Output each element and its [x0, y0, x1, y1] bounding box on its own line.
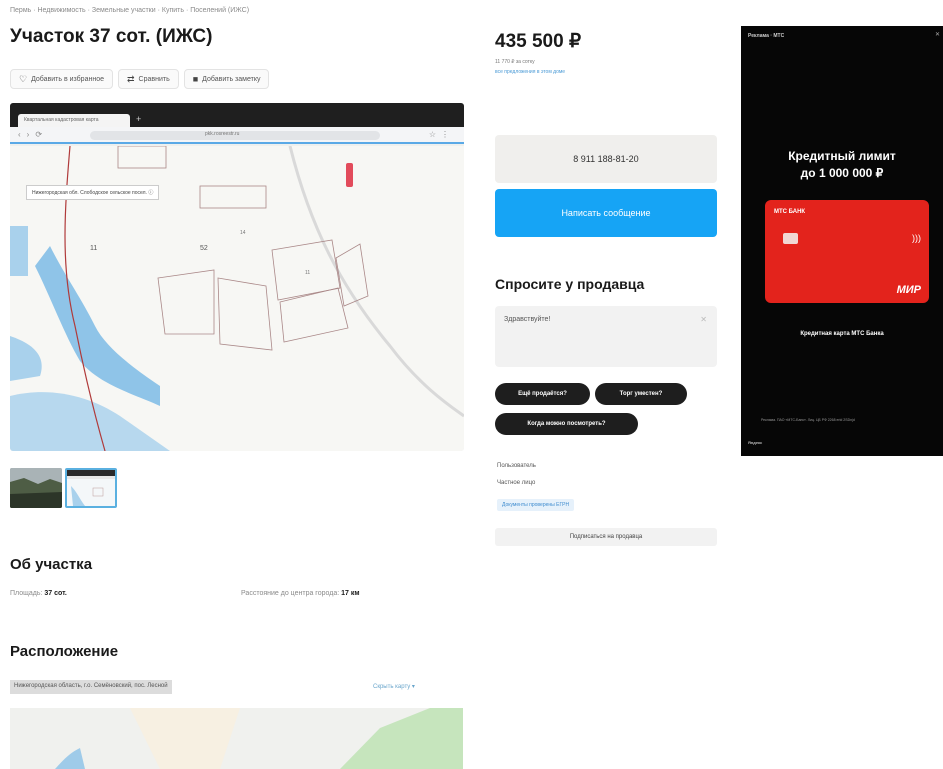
- about-heading: Об участка: [10, 556, 93, 573]
- plus-icon: +: [136, 114, 142, 124]
- contactless-icon: ))): [912, 233, 921, 243]
- area-property: Площадь: 37 сот.: [10, 590, 67, 597]
- ad-headline-line2: до 1 000 000 ₽: [800, 166, 884, 180]
- price-value: 435 500 ₽: [495, 31, 582, 52]
- price-history-link[interactable]: все предложения в этом доме: [495, 69, 565, 75]
- advertisement-banner[interactable]: Реклама · МТС ✕ Кредитный лимит до 1 000…: [741, 26, 943, 456]
- card-payment-system: МИР: [896, 284, 921, 296]
- ad-headline-line1: Кредитный лимит: [788, 149, 896, 163]
- seller-type: Пользователь: [497, 463, 536, 469]
- price-per-unit: 11 770 ₽ за сотку: [495, 59, 535, 65]
- page-title: Участок 37 сот. (ИЖС): [10, 26, 213, 47]
- subscribe-seller-button[interactable]: Подписаться на продавца: [495, 528, 717, 546]
- compare-label: Сравнить: [138, 75, 170, 83]
- parcel-label: 14: [240, 230, 246, 236]
- screenshot-red-marker: [346, 163, 353, 187]
- screenshot-url: pkk.rosreestr.ru: [205, 131, 240, 137]
- ask-seller-textarea[interactable]: Здравствуйте! ✕: [495, 306, 717, 367]
- add-note-button[interactable]: ■ Добавить заметку: [183, 69, 270, 89]
- close-icon[interactable]: ✕: [935, 31, 940, 38]
- seller-name[interactable]: Частное лицо: [497, 480, 535, 486]
- thumbnail-photo[interactable]: [10, 468, 62, 508]
- distance-value: 17 км: [341, 590, 360, 597]
- distance-label: Расстояние до центра города:: [241, 590, 340, 597]
- browser-tool-icons: ☆⋮: [428, 130, 454, 139]
- screenshot-browser-urlbar: ‹›⟳ pkk.rosreestr.ru ☆⋮: [10, 127, 464, 144]
- address-text: Нижегородская область, г.о. Семёновский,…: [10, 680, 172, 694]
- screenshot-tooltip: Нижегородская обл. Слободское сельское п…: [26, 185, 160, 200]
- card-chip-icon: [783, 233, 798, 244]
- ad-label: Реклама · МТС: [748, 33, 785, 39]
- ad-headline: Кредитный лимит до 1 000 000 ₽: [741, 148, 943, 182]
- parcel-label: 11: [90, 245, 97, 252]
- thumbnail-map[interactable]: [65, 468, 117, 508]
- quick-question-chip[interactable]: Когда можно посмотреть?: [495, 413, 638, 435]
- card-bank-logo: МТС БАНК: [774, 209, 806, 215]
- clear-icon[interactable]: ✕: [700, 315, 707, 324]
- credit-card-image: МТС БАНК ))) МИР: [765, 200, 929, 303]
- screenshot-browser-tab: Квартальная кадастровая карта: [18, 114, 130, 127]
- browser-nav-icons: ‹›⟳: [18, 130, 49, 139]
- location-map-image: [10, 708, 463, 769]
- landscape-photo: [10, 468, 62, 508]
- location-heading: Расположение: [10, 643, 119, 660]
- location-map[interactable]: [10, 708, 463, 769]
- ask-seller-heading: Спросите у продавца: [495, 276, 645, 292]
- verified-badge: Документы проверены ЕГРН: [497, 499, 575, 511]
- parcel-label: 52: [200, 245, 208, 252]
- parcel-label: 11: [305, 270, 310, 276]
- note-icon: ■: [192, 74, 199, 84]
- breadcrumb[interactable]: Пермь · Недвижимость · Земельные участки…: [10, 7, 249, 14]
- listing-actions: ♡ Добавить в избранное ⇄ Сравнить ■ Доба…: [10, 69, 270, 89]
- photo-gallery-main[interactable]: Квартальная кадастровая карта + ‹›⟳ pkk.…: [10, 103, 464, 451]
- add-note-label: Добавить заметку: [202, 75, 261, 83]
- area-value: 37 сот.: [44, 590, 67, 597]
- ask-seller-text: Здравствуйте!: [504, 316, 551, 323]
- ad-caption: Кредитная карта МТС Банка: [800, 331, 884, 337]
- show-phone-button[interactable]: 8 911 188-81-20: [495, 135, 717, 183]
- distance-property: Расстояние до центра города: 17 км: [241, 590, 360, 597]
- map-thumbnail-image: [67, 470, 115, 506]
- write-message-button[interactable]: Написать сообщение: [495, 189, 717, 237]
- heart-icon: ♡: [19, 73, 28, 84]
- ad-network-logo: Яндекс: [748, 440, 763, 445]
- quick-question-chip[interactable]: Торг уместен?: [595, 383, 687, 405]
- gallery-thumbnails: [10, 468, 117, 508]
- ad-legal-text: Реклама. ПАО «МТС-Банк». Лиц. ЦБ РФ 2268…: [761, 418, 855, 422]
- compare-icon: ⇄: [126, 73, 135, 84]
- hide-map-link[interactable]: Скрыть карту ▾: [373, 683, 415, 690]
- screenshot-browser-tabbar: Квартальная кадастровая карта +: [10, 103, 464, 127]
- area-label: Площадь:: [10, 590, 43, 597]
- quick-question-chip[interactable]: Ещё продаётся?: [495, 383, 590, 405]
- compare-button[interactable]: ⇄ Сравнить: [117, 69, 179, 89]
- add-favorite-label: Добавить в избранное: [31, 75, 104, 83]
- add-favorite-button[interactable]: ♡ Добавить в избранное: [10, 69, 113, 89]
